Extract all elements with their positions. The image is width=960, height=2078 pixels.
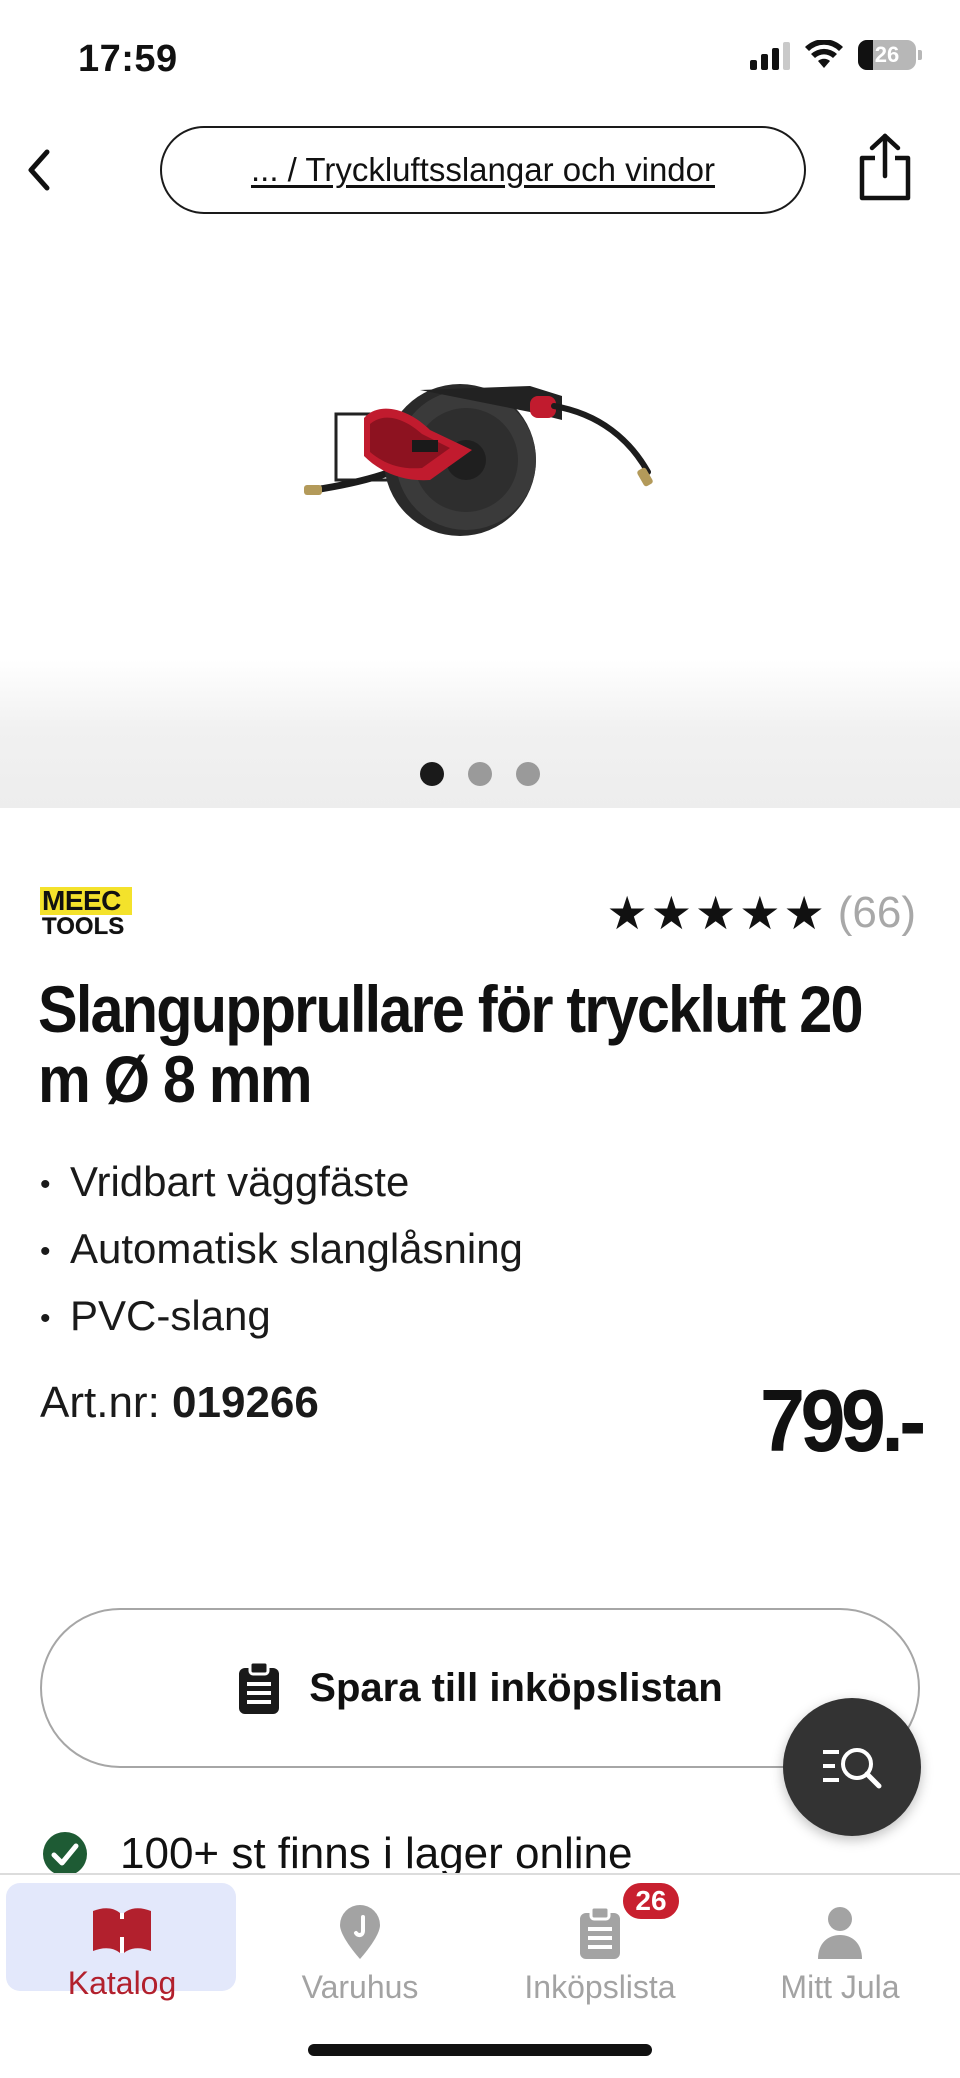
gallery-dot[interactable] [468, 762, 492, 786]
feature-text: PVC-slang [70, 1291, 271, 1339]
check-circle-icon [43, 1832, 87, 1876]
wifi-icon [805, 40, 843, 68]
person-icon [818, 1907, 862, 1959]
share-button[interactable] [852, 128, 918, 206]
book-icon [93, 1908, 151, 1953]
status-bar: 17:59 26 [0, 0, 960, 120]
feature-item: • PVC-slang [40, 1291, 271, 1339]
clipboard-icon [580, 1905, 620, 1959]
gallery-pagination[interactable] [0, 762, 960, 786]
save-to-list-label: Spara till inköpslistan [309, 1665, 723, 1710]
feature-list: • Vridbart väggfäste • Automatisk slanglås… [40, 1150, 523, 1351]
artnr-value: 019266 [172, 1378, 319, 1427]
tab-mitt-jula[interactable]: Mitt Jula [724, 1881, 956, 2005]
brand-logo[interactable]: MEEC TOOLS [40, 887, 134, 939]
feature-text: Automatisk slanglåsning [70, 1224, 523, 1272]
chevron-left-icon [28, 149, 50, 191]
product-image [304, 384, 653, 536]
battery-level: 26 [874, 42, 900, 67]
signal-icon [750, 40, 790, 70]
clipboard-icon [239, 1660, 280, 1714]
gallery-dot[interactable] [420, 762, 444, 786]
product-title: Slangupprullare för tryckluft 20 m Ø 8 m… [38, 972, 863, 1116]
share-icon [859, 133, 911, 201]
breadcrumb-link[interactable]: ... / Tryckluftsslangar och vindor [251, 151, 715, 189]
tab-label: Katalog [67, 1965, 177, 2001]
brand-logo-line2: TOOLS [42, 913, 125, 940]
product-gallery[interactable] [0, 240, 960, 808]
stock-text: 100+ st finns i lager online [120, 1829, 633, 1878]
tab-katalog[interactable]: Katalog [6, 1881, 238, 2001]
artnr-label: Art.nr: [40, 1378, 160, 1427]
tab-varuhus[interactable]: Varuhus [244, 1881, 476, 2005]
status-icons: 26 [750, 40, 922, 70]
tab-label: Inköpslista [524, 1969, 676, 2005]
gallery-dot[interactable] [516, 762, 540, 786]
brand-logo-line1: MEEC [40, 887, 132, 915]
rating-stars: ★★★★★ [606, 887, 828, 939]
status-time: 17:59 [78, 38, 178, 80]
home-indicator [308, 2044, 652, 2056]
breadcrumb[interactable]: ... / Tryckluftsslangar och vindor [160, 126, 806, 214]
tab-label: Mitt Jula [780, 1969, 900, 2005]
search-list-icon [823, 1748, 882, 1789]
battery-icon: 26 [858, 40, 922, 70]
feature-item: • Automatisk slanglåsning [40, 1224, 523, 1272]
shopping-list-badge: 26 [620, 1880, 682, 1922]
feature-item: • Vridbart väggfäste [40, 1158, 410, 1205]
search-fab-button[interactable] [783, 1698, 921, 1836]
location-pin-icon [340, 1905, 380, 1959]
back-button[interactable] [14, 140, 64, 200]
product-rating[interactable]: ★★★★★ (66) [607, 888, 916, 938]
product-price: 799.- [760, 1371, 926, 1470]
feature-text: Vridbart väggfäste [70, 1158, 410, 1205]
article-number: Art.nr: 019266 [40, 1378, 319, 1428]
review-count: (66) [837, 888, 916, 937]
tab-label: Varuhus [301, 1969, 419, 2005]
